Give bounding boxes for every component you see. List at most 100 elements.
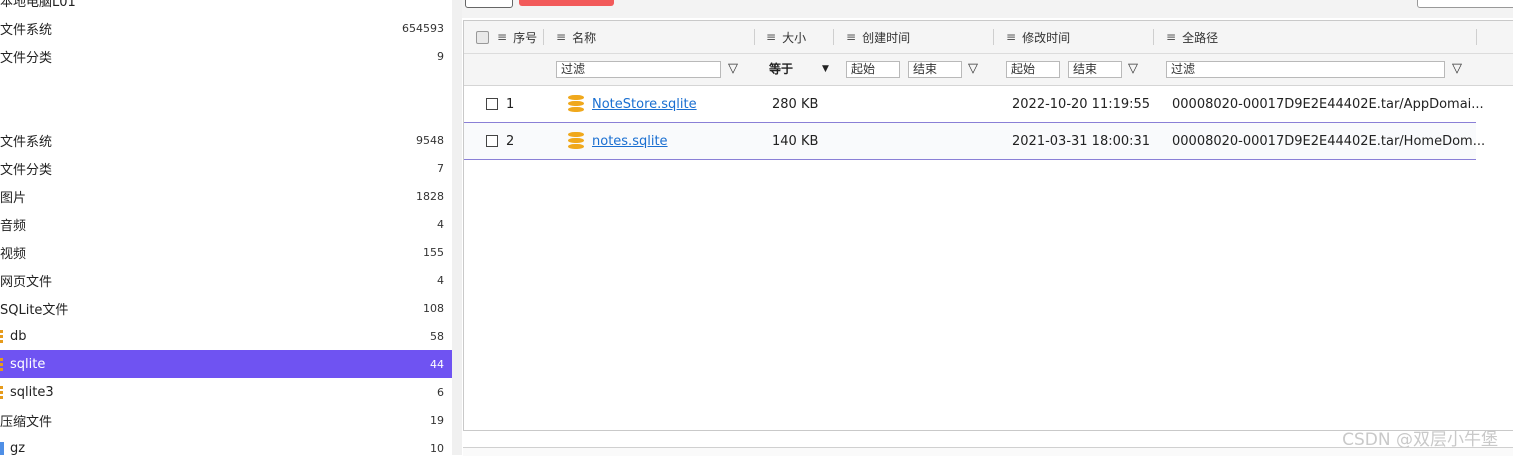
created-end-input[interactable]: 结束 xyxy=(908,61,962,78)
column-menu-icon: ≡ xyxy=(1166,30,1177,44)
filter-row: 过滤 ▽ 等于 ▼ 起始 结束 ▽ 起始 结束 ▽ 过滤 ▽ xyxy=(464,54,1513,86)
created-start-input[interactable]: 起始 xyxy=(846,61,900,78)
column-name[interactable]: ≡ 名称 xyxy=(556,21,596,53)
column-label: 修改时间 xyxy=(1022,30,1071,45)
tree-item-video[interactable]: 视频 155 xyxy=(0,238,452,266)
row-checkbox[interactable] xyxy=(486,86,498,122)
tree-item-count: 1828 xyxy=(416,189,444,203)
row-checkbox[interactable] xyxy=(486,123,498,159)
tree-item-db[interactable]: db 58 xyxy=(0,322,452,350)
table-row[interactable]: 1 NoteStore.sqlite 280 KB 2022-10-20 11:… xyxy=(464,86,1484,123)
filter-icon[interactable]: ▽ xyxy=(1125,61,1141,77)
file-size: 280 KB xyxy=(772,96,819,112)
tree-item-count: 9 xyxy=(437,49,444,63)
file-tree-panel: 本地电脑L01 文件系统 654593 文件分类 9 文件系统 9548 文件分… xyxy=(0,0,452,455)
tree-item-count: 10 xyxy=(430,441,444,455)
archive-icon xyxy=(0,442,4,455)
tree-item-archives[interactable]: 压缩文件 19 xyxy=(0,406,452,434)
filter-icon[interactable]: ▽ xyxy=(1449,61,1465,77)
tree-item-count: 4 xyxy=(437,217,444,231)
tree-item-sqlite[interactable]: sqlite 44 xyxy=(0,350,452,378)
tree-item-count: 155 xyxy=(423,245,444,259)
modified-time: 2021-03-31 18:00:31 xyxy=(1012,133,1151,149)
column-label: 大小 xyxy=(782,30,807,45)
file-size: 140 KB xyxy=(772,133,819,149)
column-index[interactable]: ≡ 序号 xyxy=(497,21,537,53)
tree-item-filesystem[interactable]: 文件系统 654593 xyxy=(0,14,452,42)
modified-time: 2022-10-20 11:19:55 xyxy=(1012,96,1151,112)
tree-item-sqlite3[interactable]: sqlite3 6 xyxy=(0,378,452,406)
tree-item-label: 压缩文件 xyxy=(0,414,53,430)
toolbar-red-button[interactable] xyxy=(519,0,614,6)
column-modified[interactable]: ≡ 修改时间 xyxy=(1006,21,1070,53)
column-label: 创建时间 xyxy=(862,30,911,45)
database-icon xyxy=(0,330,7,343)
column-divider[interactable] xyxy=(1476,29,1477,45)
tree-item-images[interactable]: 图片 1828 xyxy=(0,182,452,210)
tree-item-label: 文件分类 xyxy=(0,50,53,66)
file-name-link[interactable]: notes.sqlite xyxy=(592,123,668,159)
column-divider[interactable] xyxy=(993,29,994,45)
filter-icon[interactable]: ▽ xyxy=(965,61,981,77)
toolbar-search-box[interactable] xyxy=(1417,0,1513,8)
tree-item-label: 视频 xyxy=(0,246,27,262)
tree-item-count: 108 xyxy=(423,301,444,315)
tree-item-file-category[interactable]: 文件分类 9 xyxy=(0,42,452,70)
tree-item-label: 文件分类 xyxy=(0,162,53,178)
file-name-link[interactable]: NoteStore.sqlite xyxy=(592,86,697,122)
column-menu-icon: ≡ xyxy=(1006,30,1017,44)
full-path: 00008020-00017D9E2E44402E.tar/HomeDom... xyxy=(1172,133,1486,149)
size-operator-select[interactable]: 等于 xyxy=(769,61,793,78)
column-label: 名称 xyxy=(572,30,597,45)
path-filter-input[interactable]: 过滤 xyxy=(1166,61,1445,78)
tree-item-gz[interactable]: gz 10 xyxy=(0,434,452,455)
tree-item-count: 654593 xyxy=(402,21,444,35)
column-divider[interactable] xyxy=(1153,29,1154,45)
column-label: 序号 xyxy=(513,30,538,45)
filter-icon[interactable]: ▽ xyxy=(725,61,741,77)
row-index: 1 xyxy=(506,96,515,112)
modified-start-input[interactable]: 起始 xyxy=(1006,61,1060,78)
tree-item-label: 图片 xyxy=(0,190,27,206)
tree-item-count: 58 xyxy=(430,329,444,343)
column-label: 全路径 xyxy=(1182,30,1219,45)
modified-end-input[interactable]: 结束 xyxy=(1068,61,1122,78)
file-name[interactable]: NoteStore.sqlite xyxy=(592,97,697,112)
column-menu-icon: ≡ xyxy=(556,30,567,44)
column-path[interactable]: ≡ 全路径 xyxy=(1166,21,1218,53)
panel-splitter[interactable] xyxy=(452,0,462,455)
tree-item-filesystem[interactable]: 文件系统 9548 xyxy=(0,126,452,154)
column-divider[interactable] xyxy=(754,29,755,45)
tree-item-label: sqlite xyxy=(10,356,46,372)
tree-item-label: 文件系统 xyxy=(0,22,53,38)
tree-item-webpages[interactable]: 网页文件 4 xyxy=(0,266,452,294)
tree-item-count: 9548 xyxy=(416,133,444,147)
column-menu-icon: ≡ xyxy=(497,30,508,44)
tree-item-audio[interactable]: 音频 4 xyxy=(0,210,452,238)
row-index: 2 xyxy=(506,133,515,149)
database-icon xyxy=(0,386,7,399)
select-all-checkbox[interactable] xyxy=(476,21,489,53)
column-divider[interactable] xyxy=(833,29,834,45)
column-divider[interactable] xyxy=(543,29,544,45)
tree-root-label[interactable]: 本地电脑L01 xyxy=(0,0,76,10)
watermark: CSDN @双层小牛堡 xyxy=(1342,430,1498,450)
column-size[interactable]: ≡ 大小 xyxy=(766,21,806,53)
column-menu-icon: ≡ xyxy=(846,30,857,44)
tree-item-file-category[interactable]: 文件分类 7 xyxy=(0,154,452,182)
file-name[interactable]: notes.sqlite xyxy=(592,134,668,149)
toolbar-button[interactable] xyxy=(465,0,513,8)
table-row[interactable]: 2 notes.sqlite 140 KB 2021-03-31 18:00:3… xyxy=(464,123,1485,160)
tree-item-count: 44 xyxy=(430,357,444,371)
database-icon xyxy=(567,86,585,122)
dropdown-arrow-icon[interactable]: ▼ xyxy=(822,61,829,78)
table-header: ≡ 序号 ≡ 名称 ≡ 大小 ≡ 创建时间 ≡ 修改时间 ≡ 全路径 xyxy=(464,21,1513,54)
column-created[interactable]: ≡ 创建时间 xyxy=(846,21,910,53)
name-filter-input[interactable]: 过滤 xyxy=(556,61,721,78)
tree-item-count: 6 xyxy=(437,385,444,399)
full-path: 00008020-00017D9E2E44402E.tar/AppDomai..… xyxy=(1172,96,1484,112)
tree-item-count: 19 xyxy=(430,413,444,427)
file-table: ≡ 序号 ≡ 名称 ≡ 大小 ≡ 创建时间 ≡ 修改时间 ≡ 全路径 过滤 ▽ … xyxy=(463,20,1513,431)
tree-item-label: gz xyxy=(10,440,26,456)
tree-item-sqlite-files[interactable]: SQLite文件 108 xyxy=(0,294,452,322)
